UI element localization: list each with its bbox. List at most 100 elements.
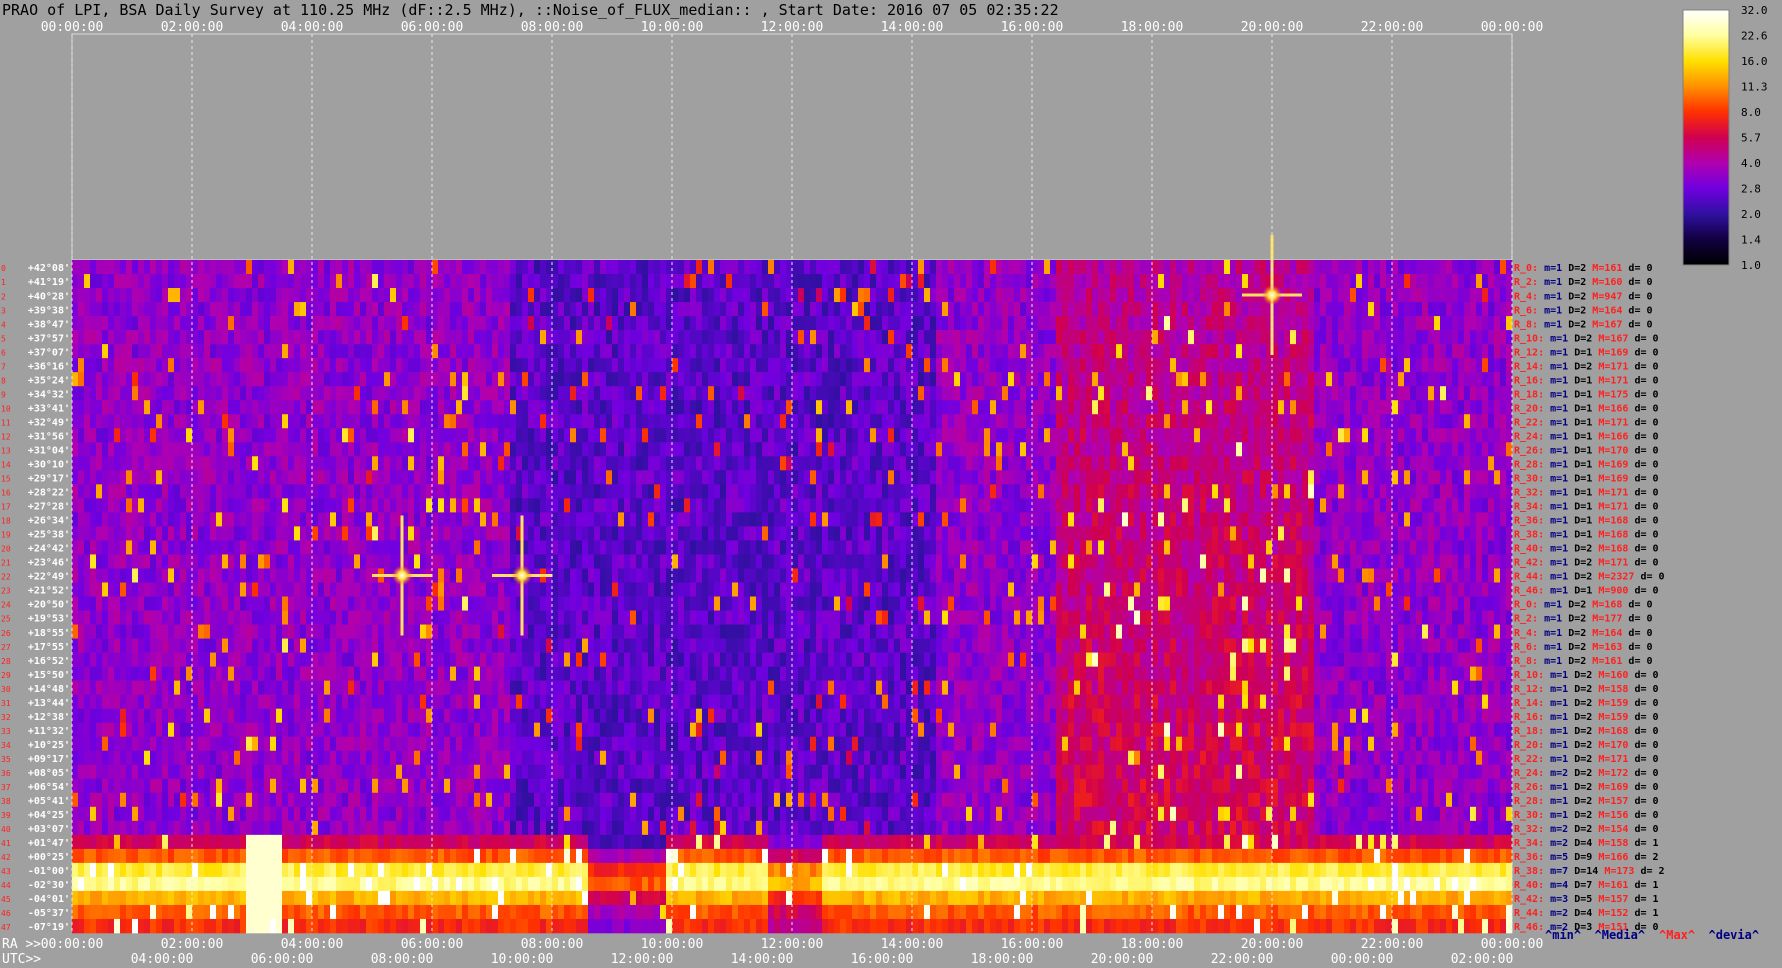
heatmap-cell bbox=[168, 442, 175, 457]
heatmap-cell bbox=[408, 442, 415, 457]
heatmap-cell bbox=[924, 414, 931, 429]
heatmap-cell bbox=[552, 400, 559, 415]
heatmap-cell bbox=[714, 456, 721, 471]
heatmap-cell bbox=[426, 414, 433, 429]
heatmap-cell bbox=[450, 540, 457, 555]
heatmap-cell bbox=[1056, 302, 1063, 317]
heatmap-cell bbox=[1068, 386, 1075, 401]
heatmap-cell bbox=[372, 386, 379, 401]
heatmap-cell bbox=[1404, 442, 1411, 457]
heatmap-cell bbox=[1260, 302, 1267, 317]
heatmap-cell bbox=[1290, 512, 1297, 527]
heatmap-cell bbox=[600, 358, 607, 373]
heatmap-cell bbox=[126, 288, 133, 303]
heatmap-cell bbox=[1116, 344, 1123, 359]
heatmap-cell bbox=[1020, 302, 1027, 317]
heatmap-cell bbox=[882, 512, 889, 527]
heatmap-cell bbox=[936, 372, 943, 387]
heatmap-cell bbox=[690, 316, 697, 331]
heatmap-cell bbox=[384, 470, 391, 485]
heatmap-cell bbox=[702, 484, 709, 499]
heatmap-cell bbox=[78, 456, 85, 471]
heatmap-cell bbox=[558, 456, 565, 471]
heatmap-cell bbox=[996, 414, 1003, 429]
heatmap-cell bbox=[1116, 428, 1123, 443]
heatmap-cell bbox=[558, 330, 565, 345]
heatmap-cell bbox=[1350, 442, 1357, 457]
heatmap-cell bbox=[1350, 512, 1357, 527]
heatmap-cell bbox=[1008, 456, 1015, 471]
heatmap-cell bbox=[630, 442, 637, 457]
heatmap-cell bbox=[282, 428, 289, 443]
heatmap-cell bbox=[540, 358, 547, 373]
heatmap-cell bbox=[660, 400, 667, 415]
heatmap-cell bbox=[642, 400, 649, 415]
heatmap-cell bbox=[1116, 260, 1123, 275]
heatmap-cell bbox=[1146, 470, 1153, 485]
heatmap-cell bbox=[1098, 540, 1105, 555]
heatmap-cell bbox=[1194, 330, 1201, 345]
heatmap-cell bbox=[360, 260, 367, 275]
heatmap-cell bbox=[288, 316, 295, 331]
heatmap-cell bbox=[978, 400, 985, 415]
heatmap-cell bbox=[996, 386, 1003, 401]
heatmap-cell bbox=[762, 260, 769, 275]
heatmap-cell bbox=[840, 288, 847, 303]
heatmap-cell bbox=[1446, 288, 1453, 303]
heatmap-cell bbox=[882, 526, 889, 541]
heatmap-cell bbox=[750, 456, 757, 471]
heatmap-cell bbox=[1080, 498, 1087, 513]
heatmap-cell bbox=[1446, 274, 1453, 289]
heatmap-cell bbox=[1302, 260, 1309, 275]
heatmap-cell bbox=[312, 288, 319, 303]
heatmap-cell bbox=[708, 442, 715, 457]
heatmap-cell bbox=[234, 288, 241, 303]
heatmap-cell bbox=[300, 274, 307, 289]
heatmap-cell bbox=[1044, 428, 1051, 443]
heatmap-cell bbox=[1116, 274, 1123, 289]
heatmap-cell bbox=[1410, 526, 1417, 541]
heatmap-cell bbox=[1380, 344, 1387, 359]
heatmap-cell bbox=[726, 260, 733, 275]
heatmap-cell bbox=[1170, 302, 1177, 317]
heatmap-cell bbox=[534, 414, 541, 429]
heatmap-cell bbox=[1164, 330, 1171, 345]
heatmap-cell bbox=[366, 316, 373, 331]
heatmap-cell bbox=[1236, 540, 1243, 555]
heatmap-cell bbox=[660, 358, 667, 373]
heatmap-cell bbox=[504, 316, 511, 331]
heatmap-cell bbox=[1320, 498, 1327, 513]
heatmap-cell bbox=[198, 386, 205, 401]
heatmap-cell bbox=[642, 456, 649, 471]
heatmap-cell bbox=[294, 344, 301, 359]
heatmap-cell bbox=[930, 512, 937, 527]
heatmap-cell bbox=[738, 316, 745, 331]
heatmap-cell bbox=[1428, 442, 1435, 457]
heatmap-cell bbox=[1218, 274, 1225, 289]
heatmap-cell bbox=[372, 330, 379, 345]
heatmap-cell bbox=[978, 330, 985, 345]
heatmap-cell bbox=[198, 260, 205, 275]
heatmap-cell bbox=[414, 456, 421, 471]
heatmap-cell bbox=[1056, 442, 1063, 457]
heatmap-cell bbox=[738, 386, 745, 401]
heatmap-cell bbox=[654, 302, 661, 317]
heatmap-cell bbox=[1386, 330, 1393, 345]
heatmap-cell bbox=[780, 540, 787, 555]
heatmap-cell bbox=[798, 344, 805, 359]
heatmap-cell bbox=[876, 372, 883, 387]
heatmap-cell bbox=[1314, 442, 1321, 457]
heatmap-cell bbox=[108, 330, 115, 345]
heatmap-cell bbox=[1452, 344, 1459, 359]
heatmap-cell bbox=[1296, 470, 1303, 485]
heatmap-cell bbox=[378, 302, 385, 317]
heatmap-cell bbox=[444, 316, 451, 331]
heatmap-cell bbox=[1368, 288, 1375, 303]
heatmap-cell bbox=[1380, 400, 1387, 415]
heatmap-cell bbox=[1086, 400, 1093, 415]
heatmap-cell bbox=[822, 358, 829, 373]
heatmap-cell bbox=[546, 358, 553, 373]
heatmap-cell bbox=[1170, 274, 1177, 289]
heatmap-cell bbox=[606, 274, 613, 289]
heatmap-cell bbox=[618, 358, 625, 373]
